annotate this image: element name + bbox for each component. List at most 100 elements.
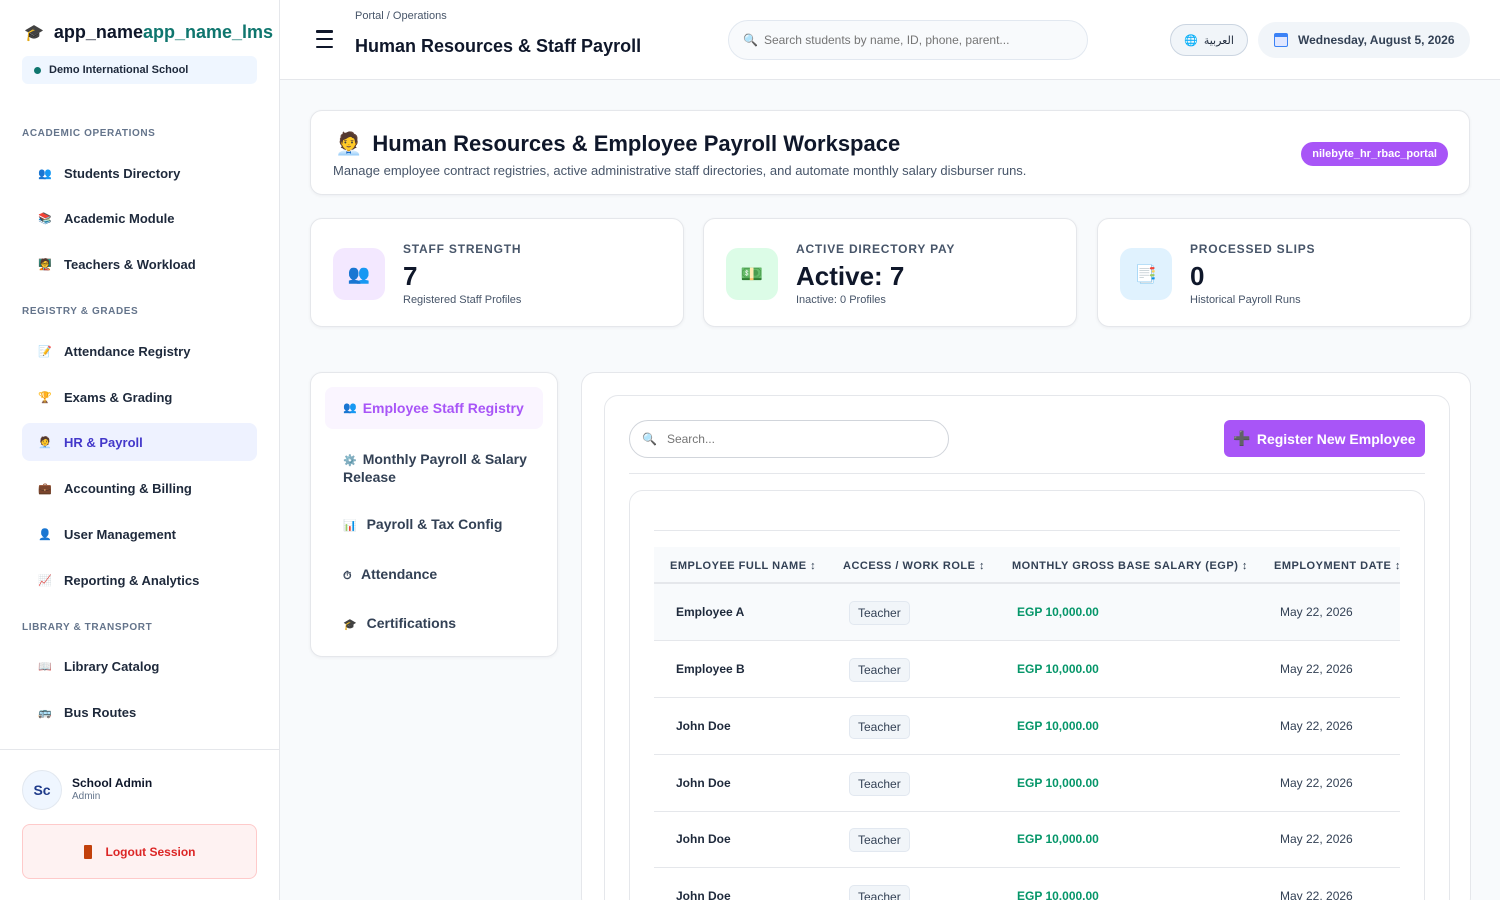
nav-section-registry: REGISTRY & GRADES [22, 306, 139, 317]
brand[interactable]: 🎓 app_nameapp_name_lms [24, 22, 280, 43]
table-row[interactable]: Employee B Teacher EGP 10,000.00 May 22,… [654, 641, 1400, 698]
registry-search[interactable]: 🔍 [629, 420, 949, 458]
money-icon: 💵 [726, 248, 778, 300]
sidebar-footer: Sc School Admin Admin Logout Session [0, 749, 279, 900]
teacher-icon: 🧑‍🏫 [38, 258, 52, 271]
tab-label: Employee Staff Registry [362, 400, 524, 416]
user-icon: 👤 [38, 528, 52, 541]
document-icon: 📑 [1120, 248, 1172, 300]
rbac-badge: nilebyte_hr_rbac_portal [1301, 142, 1448, 166]
briefcase-icon: 💼 [38, 482, 52, 495]
column-header-salary[interactable]: MONTHLY GROSS BASE SALARY (EGP) ↕ [1012, 560, 1248, 572]
salary: EGP 10,000.00 [1017, 889, 1099, 900]
user-name: School Admin [72, 776, 153, 790]
sidebar-item-exams[interactable]: 🏆 Exams & Grading [22, 378, 257, 416]
workspace-title-text: Human Resources & Employee Payroll Works… [372, 131, 901, 156]
sidebar-item-label: HR & Payroll [64, 434, 143, 450]
stat-sub: Registered Staff Profiles [403, 294, 522, 306]
sidebar-item-teachers[interactable]: 🧑‍🏫 Teachers & Workload [22, 245, 257, 283]
salary: EGP 10,000.00 [1017, 832, 1099, 846]
logout-button[interactable]: Logout Session [22, 824, 257, 879]
table-row[interactable]: John Doe Teacher EGP 10,000.00 May 22, 2… [654, 868, 1400, 900]
tab-attendance[interactable]: ⏱ Attendance [325, 566, 543, 584]
sidebar-item-label: Academic Module [64, 210, 175, 226]
tab-payroll-tax-config[interactable]: 📊 Payroll & Tax Config [325, 516, 543, 534]
brand-product: app_name_lms [142, 22, 274, 42]
bar-chart-icon: 📊 [343, 520, 357, 532]
search-icon: 🔍 [743, 33, 758, 47]
employment-date: May 22, 2026 [1280, 776, 1353, 790]
sidebar-item-hr-payroll[interactable]: 🧑‍💼 HR & Payroll [22, 423, 257, 461]
register-employee-button[interactable]: ➕ Register New Employee [1224, 420, 1425, 457]
role-badge: Teacher [849, 885, 910, 900]
stat-label: STAFF STRENGTH [403, 242, 522, 256]
employment-date: May 22, 2026 [1280, 605, 1353, 619]
language-toggle[interactable]: 🌐 العربية [1170, 24, 1248, 56]
users-icon: 👥 [343, 402, 357, 414]
salary: EGP 10,000.00 [1017, 605, 1099, 619]
global-search-input[interactable] [763, 33, 1064, 47]
stopwatch-icon: ⏱ [343, 570, 352, 582]
role-badge: Teacher [849, 828, 910, 852]
tab-label: Payroll & Tax Config [366, 516, 503, 532]
language-label: العربية [1203, 34, 1234, 47]
tab-certifications[interactable]: 🎓 Certifications [325, 615, 543, 633]
column-header-role[interactable]: ACCESS / WORK ROLE ↕ [843, 560, 985, 572]
registry-search-input[interactable] [666, 432, 917, 446]
sidebar-item-label: Library Catalog [64, 658, 160, 674]
bus-icon: 🚌 [38, 706, 52, 719]
table-row[interactable]: Employee A Teacher EGP 10,000.00 May 22,… [654, 584, 1400, 641]
global-search[interactable]: 🔍 [728, 20, 1088, 60]
menu-icon[interactable] [316, 30, 333, 48]
hr-tabs: 👥 Employee Staff Registry ⚙️ Monthly Payr… [310, 372, 558, 657]
brand-name: app_name [53, 22, 143, 42]
sidebar-item-label: Exams & Grading [64, 389, 173, 405]
column-header-date[interactable]: EMPLOYMENT DATE ↕ [1274, 560, 1401, 572]
page-title: Human Resources & Staff Payroll [355, 36, 642, 56]
sidebar-item-academic[interactable]: 📚 Academic Module [22, 199, 257, 237]
table-row[interactable]: John Doe Teacher EGP 10,000.00 May 22, 2… [654, 755, 1400, 812]
chart-icon: 📈 [38, 574, 52, 587]
sidebar-item-bus[interactable]: 🚌 Bus Routes [22, 693, 257, 731]
sidebar-item-users[interactable]: 👤 User Management [22, 515, 257, 553]
table-row[interactable]: John Doe Teacher EGP 10,000.00 May 22, 2… [654, 811, 1400, 868]
plus-icon: ➕ [1233, 430, 1251, 446]
school-selector[interactable]: Demo International School [22, 56, 257, 84]
logout-label: Logout Session [105, 844, 196, 859]
column-header-name[interactable]: EMPLOYEE FULL NAME ↕ [670, 560, 816, 572]
sidebar-item-label: Teachers & Workload [64, 256, 196, 272]
role-badge: Teacher [849, 658, 910, 682]
tab-monthly-payroll[interactable]: ⚙️ Monthly Payroll & Salary Release [325, 451, 543, 485]
employment-date: May 22, 2026 [1280, 889, 1353, 900]
employment-date: May 22, 2026 [1280, 832, 1353, 846]
divider [629, 473, 1425, 474]
salary: EGP 10,000.00 [1017, 719, 1099, 733]
status-dot-icon [34, 66, 41, 74]
sidebar-item-library[interactable]: 📖 Library Catalog [22, 647, 257, 685]
search-icon: 🔍 [642, 432, 657, 446]
role-badge: Teacher [849, 772, 910, 796]
sidebar-item-label: Students Directory [64, 165, 181, 181]
stat-card-processed-slips: 📑 PROCESSED SLIPS 0 Historical Payroll R… [1097, 218, 1471, 327]
current-date: Wednesday, August 5, 2026 [1298, 33, 1455, 47]
workspace-subtitle: Manage employee contract registries, act… [333, 163, 1027, 178]
globe-icon: 🌐 [1184, 34, 1198, 47]
calendar-icon [1274, 33, 1288, 47]
employee-name: John Doe [676, 719, 731, 733]
divider [654, 530, 1400, 531]
sidebar-item-reporting[interactable]: 📈 Reporting & Analytics [22, 561, 257, 599]
avatar[interactable]: Sc [22, 770, 62, 810]
salary: EGP 10,000.00 [1017, 776, 1099, 790]
workspace-header: 🧑‍💼 Human Resources & Employee Payroll W… [310, 110, 1470, 195]
sidebar-item-students[interactable]: 👥 Students Directory [22, 154, 257, 192]
table-row[interactable]: John Doe Teacher EGP 10,000.00 May 22, 2… [654, 698, 1400, 755]
nav-section-academic: ACADEMIC OPERATIONS [22, 128, 156, 139]
employment-date: May 22, 2026 [1280, 662, 1353, 676]
table-header: EMPLOYEE FULL NAME ↕ ACCESS / WORK ROLE … [654, 547, 1400, 584]
stat-card-staff-strength: 👥 STAFF STRENGTH 7 Registered Staff Prof… [310, 218, 684, 327]
graduation-cap-icon: 🎓 [343, 619, 357, 631]
sidebar-item-attendance[interactable]: 📝 Attendance Registry [22, 332, 257, 370]
tab-employee-registry[interactable]: 👥 Employee Staff Registry [325, 387, 543, 429]
stat-value: Active: 7 [796, 261, 905, 291]
sidebar-item-accounting[interactable]: 💼 Accounting & Billing [22, 469, 257, 507]
